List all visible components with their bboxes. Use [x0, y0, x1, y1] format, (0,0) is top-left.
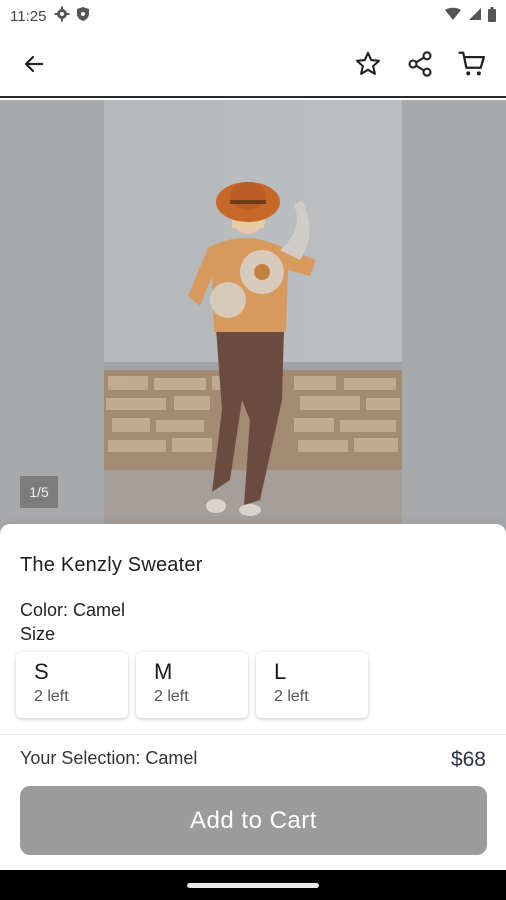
app-bar — [0, 32, 506, 98]
color-label: Color: Camel — [20, 600, 126, 620]
product-title: The Kenzly Sweater — [20, 554, 203, 576]
size-option-label: L — [274, 659, 287, 684]
share-icon — [406, 50, 434, 83]
size-option-stock: 2 left — [34, 688, 69, 705]
home-gesture-handle[interactable] — [187, 883, 319, 888]
product-image-gallery[interactable] — [0, 100, 506, 540]
favorite-button[interactable] — [350, 48, 386, 84]
signal-icon — [468, 7, 482, 25]
shield-icon — [76, 6, 90, 26]
size-options: S 2 left M 2 left L 2 left — [16, 652, 368, 718]
product-price: $68 — [450, 748, 486, 771]
divider — [0, 734, 506, 735]
cart-icon — [457, 49, 487, 84]
cart-button[interactable] — [454, 48, 490, 84]
arrow-left-icon — [22, 52, 46, 81]
size-option-l[interactable]: L 2 left — [256, 652, 368, 718]
gear-icon — [54, 6, 70, 26]
product-details-sheet: The Kenzly Sweater Color: Camel Size S 2… — [0, 524, 506, 870]
status-time: 11:25 — [10, 7, 47, 25]
size-option-label: M — [154, 659, 173, 684]
add-to-cart-button[interactable]: Add to Cart — [20, 786, 487, 855]
size-option-label: S — [34, 659, 49, 684]
selection-summary: Your Selection: Camel — [20, 748, 198, 768]
status-bar: 11:25 — [0, 0, 506, 32]
size-option-s[interactable]: S 2 left — [16, 652, 128, 718]
share-button[interactable] — [402, 48, 438, 84]
system-nav-bar — [0, 870, 506, 900]
size-option-m[interactable]: M 2 left — [136, 652, 248, 718]
wifi-icon — [444, 7, 462, 25]
battery-icon — [488, 6, 496, 26]
size-option-stock: 2 left — [154, 688, 189, 705]
product-photo — [104, 100, 402, 540]
size-option-stock: 2 left — [274, 688, 309, 705]
back-button[interactable] — [18, 50, 50, 82]
star-icon — [354, 50, 382, 83]
image-counter: 1/5 — [20, 476, 58, 508]
size-label: Size — [20, 624, 56, 644]
